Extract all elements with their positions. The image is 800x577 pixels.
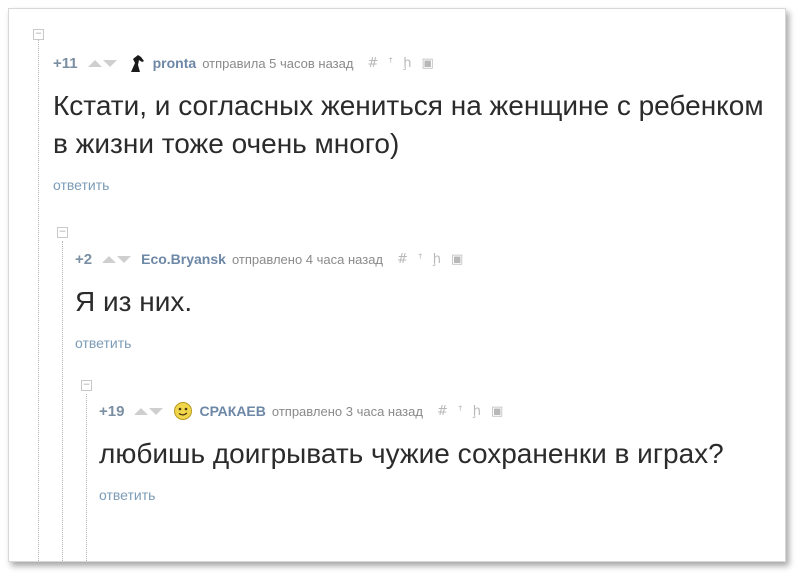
- comment-username[interactable]: СРАКАЕВ: [199, 403, 265, 419]
- collapse-toggle-icon[interactable]: −: [57, 227, 68, 238]
- reply-link[interactable]: ответить: [99, 487, 769, 503]
- arrow-up-icon[interactable]: ꜛ: [388, 56, 393, 71]
- upvote-icon[interactable]: [134, 407, 149, 415]
- floppy-disk-icon[interactable]: ▣: [451, 252, 463, 267]
- arrow-up-icon[interactable]: ꜛ: [458, 404, 463, 419]
- comment-timestamp: отправила 5 часов назад: [202, 55, 354, 71]
- comment-1: +11 pronta отправила 5 часов назад # ꜛ ḩ…: [53, 53, 773, 194]
- comment-text: Кстати, и согласных жениться на женщине …: [53, 90, 764, 159]
- upvote-icon[interactable]: [102, 255, 117, 263]
- comment-3: +19 СРАКАЕВ отправлено 3 часа назад # ꜛ …: [99, 401, 769, 503]
- reply-link[interactable]: ответить: [53, 177, 773, 193]
- comment-username[interactable]: pronta: [153, 55, 197, 71]
- floppy-disk-icon[interactable]: ▣: [491, 404, 503, 419]
- upvote-icon[interactable]: [87, 59, 102, 67]
- hash-icon[interactable]: #: [437, 404, 448, 419]
- comments-panel: − +11 pronta отправила 5 часов назад # ꜛ…: [8, 8, 786, 562]
- floppy-disk-icon[interactable]: ▣: [421, 56, 433, 71]
- thread-line-level-2: [62, 241, 63, 561]
- thread-line-level-1: [38, 39, 39, 561]
- collapse-toggle-icon[interactable]: −: [33, 29, 44, 40]
- reply-link[interactable]: ответить: [75, 335, 765, 351]
- comment-username[interactable]: Eco.Bryansk: [141, 251, 226, 267]
- comment-timestamp: отправлено 3 часа назад: [271, 403, 423, 419]
- horse-head-icon[interactable]: [127, 53, 147, 73]
- downvote-icon[interactable]: [117, 255, 132, 263]
- comment-2: +2 Eco.Bryansk отправлено 4 часа назад #…: [75, 249, 765, 352]
- collapse-toggle-icon[interactable]: −: [81, 380, 92, 391]
- comment-rating: +19: [99, 402, 125, 420]
- arrow-up-icon[interactable]: ꜛ: [418, 252, 423, 267]
- comment-rating: +11: [53, 54, 78, 72]
- hash-icon[interactable]: #: [397, 252, 408, 267]
- comment-rating: +2: [75, 250, 93, 268]
- thread-line-level-3: [86, 394, 87, 561]
- downvote-icon[interactable]: [102, 59, 117, 67]
- hash-icon[interactable]: #: [367, 56, 378, 71]
- comment-timestamp: отправлено 4 часа назад: [231, 251, 384, 267]
- branch-icon[interactable]: ḩ: [433, 252, 441, 267]
- comment-header: +11 pronta отправила 5 часов назад # ꜛ ḩ…: [53, 53, 773, 73]
- branch-icon[interactable]: ḩ: [473, 404, 481, 419]
- comment-header: +19 СРАКАЕВ отправлено 3 часа назад # ꜛ …: [99, 401, 769, 421]
- smiley-face-icon[interactable]: [173, 401, 193, 421]
- comment-header: +2 Eco.Bryansk отправлено 4 часа назад #…: [75, 249, 765, 269]
- downvote-icon[interactable]: [149, 407, 164, 415]
- comment-text: Я из них.: [75, 286, 193, 317]
- branch-icon[interactable]: ḩ: [403, 56, 411, 71]
- comment-text: любишь доигрывать чужие сохраненки в игр…: [99, 438, 724, 469]
